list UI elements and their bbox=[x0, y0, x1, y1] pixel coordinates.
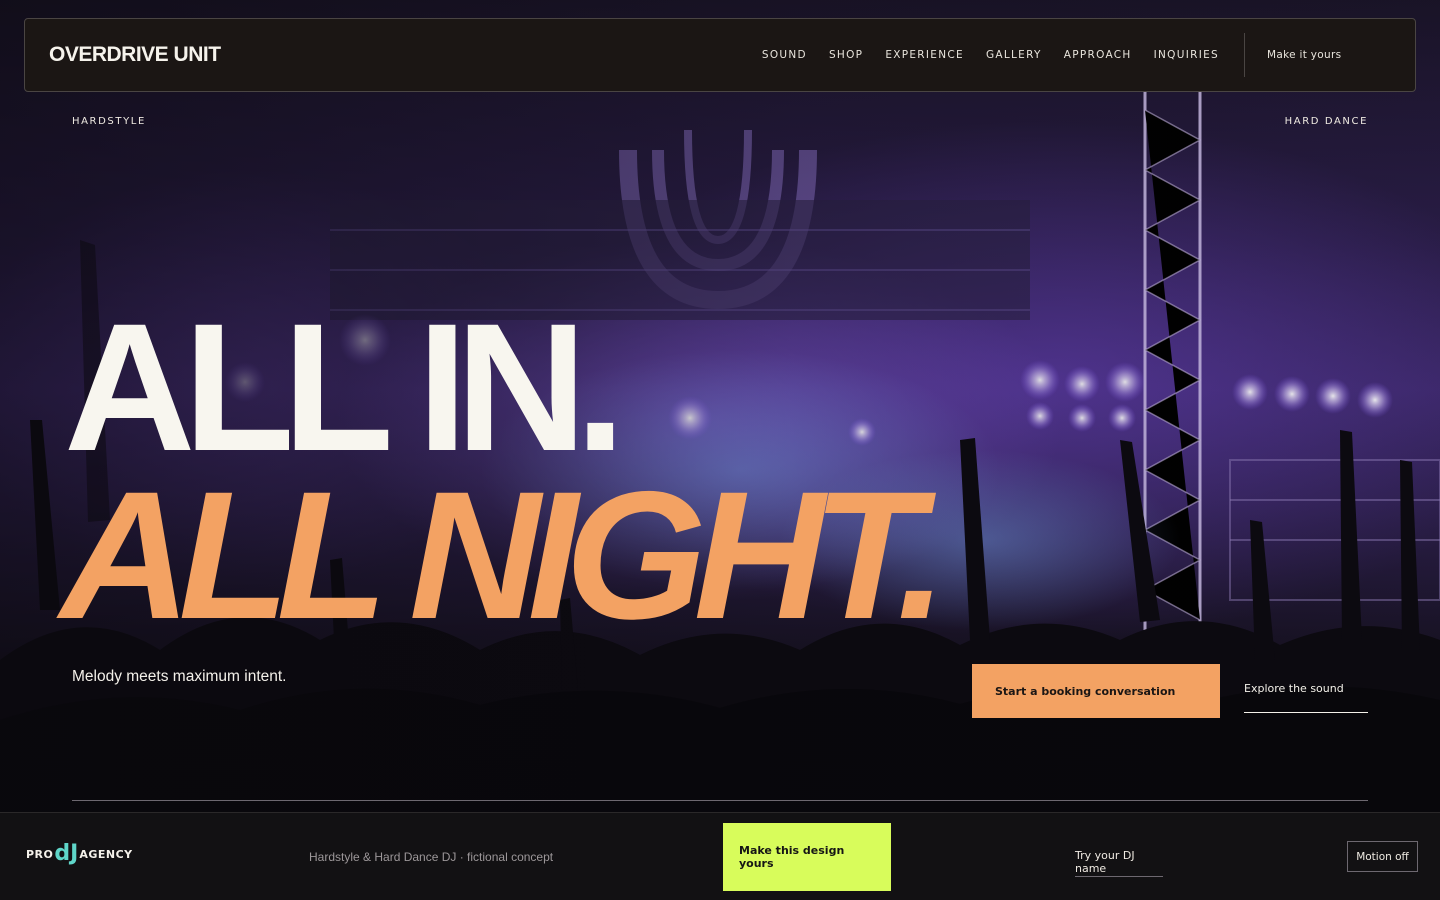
prodj-agency-logo[interactable]: PRO dJ AGENCY bbox=[26, 843, 133, 865]
start-booking-button[interactable]: Start a booking conversation bbox=[972, 664, 1220, 718]
logo-agency-text: AGENCY bbox=[79, 847, 133, 861]
nav-item-inquiries[interactable]: INQUIRIES bbox=[1154, 49, 1219, 61]
genre-tag-right: HARD DANCE bbox=[1284, 116, 1368, 127]
concept-caption: Hardstyle & Hard Dance DJ · fictional co… bbox=[309, 850, 554, 864]
nav-divider bbox=[1244, 33, 1245, 77]
hero-tagline: Melody meets maximum intent. bbox=[72, 668, 287, 685]
try-dj-name-link[interactable]: Try your DJ name bbox=[1075, 849, 1163, 877]
logo-pro-text: PRO bbox=[26, 847, 54, 861]
nav-item-gallery[interactable]: GALLERY bbox=[986, 49, 1042, 61]
make-design-yours-button[interactable]: Make this design yours bbox=[723, 823, 891, 891]
explore-sound-link[interactable]: Explore the sound bbox=[1244, 682, 1368, 713]
make-it-yours-link[interactable]: Make it yours bbox=[1267, 49, 1341, 61]
genre-tag-left: HARDSTYLE bbox=[72, 116, 146, 127]
nav-item-sound[interactable]: SOUND bbox=[762, 49, 807, 61]
top-navigation-bar: OVERDRIVE UNIT SOUND SHOP EXPERIENCE GAL… bbox=[24, 18, 1416, 92]
hero-divider bbox=[72, 800, 1368, 801]
nav-item-shop[interactable]: SHOP bbox=[829, 49, 863, 61]
brand-logo-text[interactable]: OVERDRIVE UNIT bbox=[49, 43, 221, 67]
nav-item-approach[interactable]: APPROACH bbox=[1064, 49, 1132, 61]
main-nav: SOUND SHOP EXPERIENCE GALLERY APPROACH I… bbox=[762, 49, 1219, 61]
bottom-promo-bar: PRO dJ AGENCY Hardstyle & Hard Dance DJ … bbox=[0, 812, 1440, 900]
motion-toggle-button[interactable]: Motion off bbox=[1347, 841, 1418, 872]
logo-dj-text: dJ bbox=[54, 841, 79, 866]
hero-headline-line2: ALL NIGHT. bbox=[60, 453, 947, 657]
hero-headline-line1: ALL IN. bbox=[64, 285, 626, 489]
nav-item-experience[interactable]: EXPERIENCE bbox=[885, 49, 964, 61]
